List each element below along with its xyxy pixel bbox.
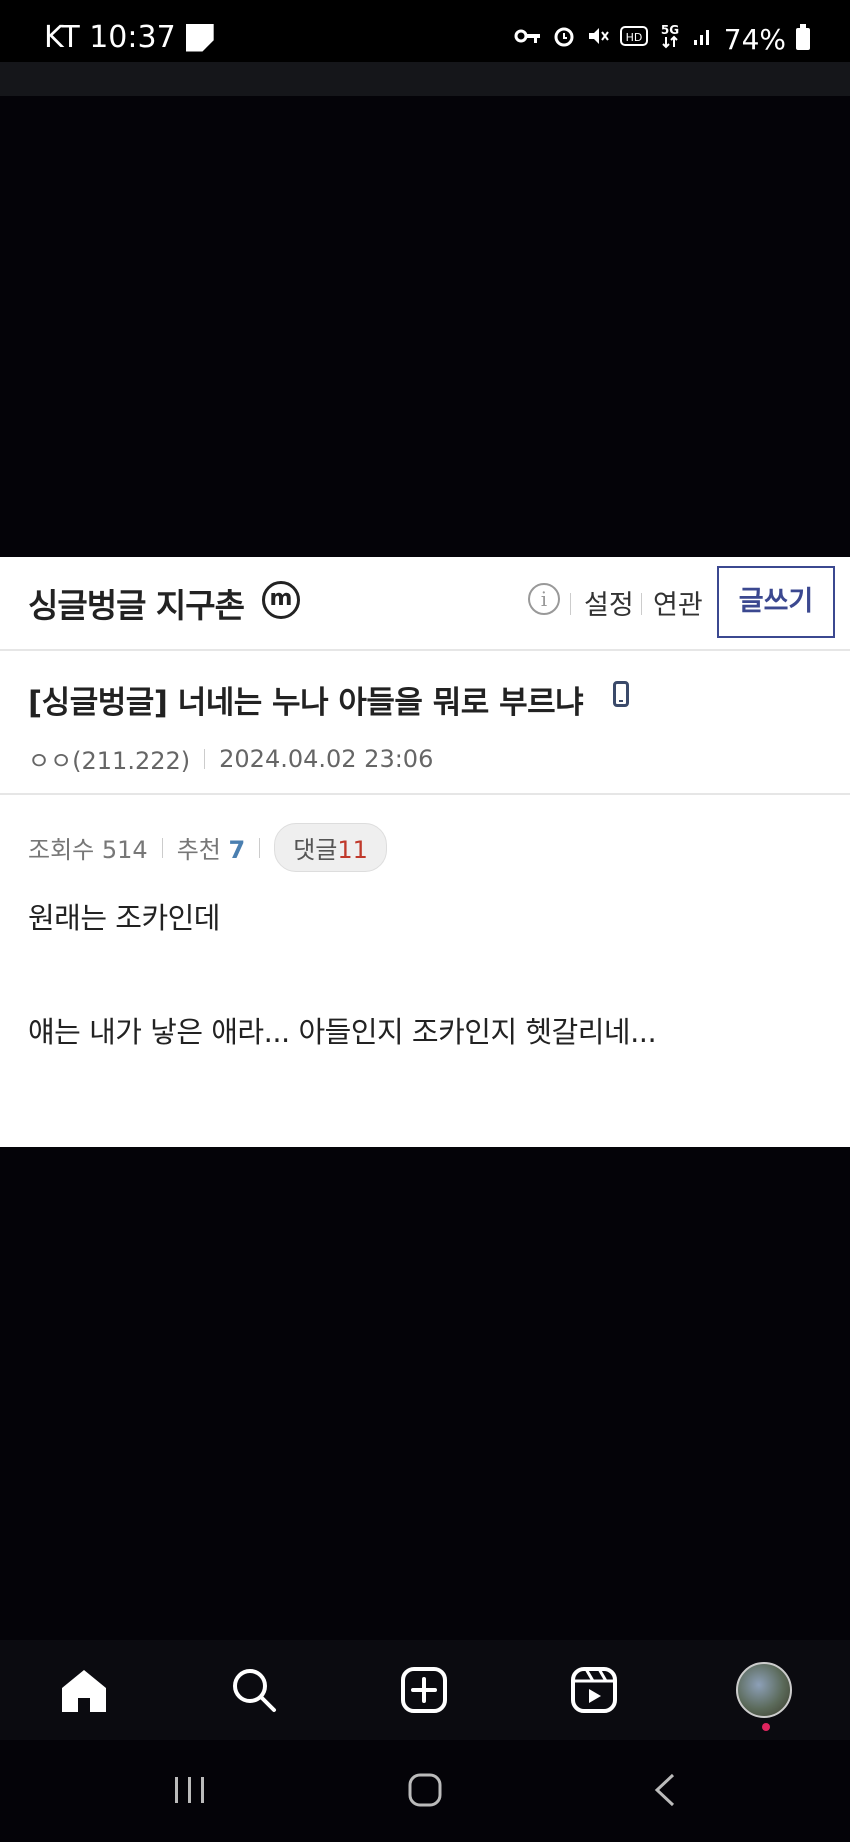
write-button[interactable]: 글쓰기 bbox=[717, 566, 835, 638]
post-body-line: 얘는 내가 낳은 애라... 아들인지 조카인지 헷갈리네... bbox=[28, 1015, 657, 1049]
status-left: KT 10:37 bbox=[44, 20, 214, 55]
avatar bbox=[736, 1662, 792, 1718]
battery-icon bbox=[796, 24, 810, 50]
post-body-line: 원래는 조카인데 bbox=[28, 901, 220, 935]
key-icon bbox=[514, 26, 542, 52]
settings-link[interactable]: 설정 bbox=[584, 583, 634, 622]
stats-divider bbox=[259, 837, 261, 858]
recommend-label: 추천 bbox=[176, 836, 221, 864]
5g-icon: 5G bbox=[658, 22, 682, 56]
comments-label: 댓글 bbox=[293, 836, 338, 864]
carrier-time: KT 10:37 bbox=[44, 20, 176, 55]
bottom-nav bbox=[0, 1640, 850, 1740]
info-icon[interactable]: i bbox=[528, 583, 560, 615]
comments-button[interactable]: 댓글11 bbox=[274, 823, 387, 872]
notification-doc-icon bbox=[185, 23, 214, 52]
post-title-area: [싱글벙글] 너네는 누나 아들을 뭐로 부르냐 ㅇㅇ(211.222) 202… bbox=[0, 649, 850, 795]
meta-divider bbox=[204, 748, 206, 769]
recent-apps-icon[interactable] bbox=[160, 1765, 220, 1815]
reels-icon[interactable] bbox=[554, 1640, 634, 1740]
profile-avatar[interactable] bbox=[724, 1640, 804, 1740]
mobile-icon bbox=[613, 681, 629, 707]
post-stats: 조회수 514 추천 7 댓글11 bbox=[28, 823, 387, 872]
recommend-count: 7 bbox=[228, 836, 246, 864]
recommend-stat: 추천 7 bbox=[177, 830, 246, 865]
home-icon[interactable] bbox=[44, 1640, 124, 1740]
search-icon[interactable] bbox=[214, 1640, 294, 1740]
post-card: 싱글벙글 지구촌 m i 설정 연관 글쓰기 [싱글벙글] 너네는 누나 아들을… bbox=[0, 557, 850, 1147]
post-author[interactable]: ㅇㅇ(211.222) bbox=[28, 741, 190, 776]
gallery-header: 싱글벙글 지구촌 m i 설정 연관 글쓰기 bbox=[0, 557, 850, 651]
related-link[interactable]: 연관 bbox=[653, 583, 703, 622]
header-divider bbox=[641, 593, 642, 615]
header-divider bbox=[570, 593, 571, 615]
minor-gallery-badge: m bbox=[262, 581, 300, 619]
views-label: 조회수 bbox=[28, 836, 95, 864]
views-stat: 조회수 514 bbox=[28, 830, 148, 865]
hd-icon: HD bbox=[619, 25, 648, 53]
create-icon[interactable] bbox=[384, 1640, 464, 1740]
svg-text:5G: 5G bbox=[661, 23, 679, 37]
system-nav bbox=[0, 1745, 850, 1842]
alarm-icon bbox=[552, 24, 576, 54]
post-meta: ㅇㅇ(211.222) 2024.04.02 23:06 bbox=[28, 741, 433, 776]
svg-text:HD: HD bbox=[625, 31, 642, 44]
views-count: 514 bbox=[101, 836, 148, 864]
notification-dot bbox=[762, 1723, 770, 1731]
mute-icon bbox=[586, 24, 610, 54]
comments-count: 11 bbox=[337, 836, 368, 864]
post-datetime: 2024.04.02 23:06 bbox=[219, 744, 434, 773]
status-right: HD 5G 74% bbox=[514, 22, 810, 56]
back-icon[interactable] bbox=[635, 1765, 695, 1815]
stats-divider bbox=[161, 837, 163, 858]
gallery-title[interactable]: 싱글벙글 지구촌 bbox=[28, 579, 245, 627]
signal-icon bbox=[692, 25, 714, 53]
post-title: [싱글벙글] 너네는 누나 아들을 뭐로 부르냐 bbox=[28, 685, 584, 721]
home-button-icon[interactable] bbox=[395, 1765, 455, 1815]
status-strip bbox=[0, 62, 850, 96]
battery-level: 74% bbox=[723, 22, 786, 56]
